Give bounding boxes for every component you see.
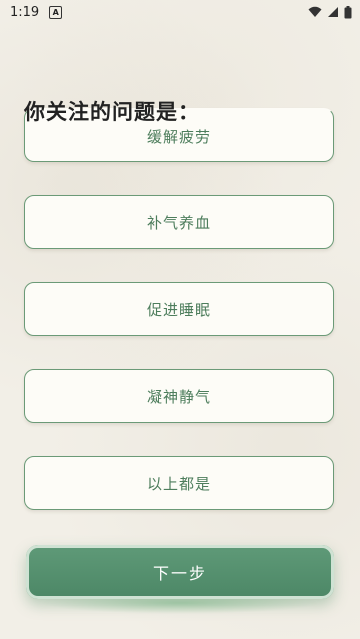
signal-icon bbox=[328, 7, 338, 17]
next-button-label: 下一步 bbox=[152, 564, 207, 583]
battery-icon bbox=[344, 5, 352, 18]
option-label: 促进睡眠 bbox=[146, 300, 211, 319]
option-label: 补气养血 bbox=[146, 213, 211, 232]
status-bar: 1:19 A bbox=[0, 0, 360, 24]
option-label: 以上都是 bbox=[146, 474, 211, 493]
option-label: 缓解疲劳 bbox=[146, 128, 211, 146]
option-improve-sleep[interactable]: 促进睡眠 bbox=[24, 282, 334, 336]
option-replenish-qi-blood[interactable]: 补气养血 bbox=[24, 195, 334, 249]
option-label: 凝神静气 bbox=[146, 387, 211, 406]
question-title: 你关注的问题是： bbox=[24, 99, 200, 124]
notification-a-icon: A bbox=[49, 5, 63, 19]
option-calm-mind[interactable]: 凝神静气 bbox=[24, 369, 334, 423]
option-all-above[interactable]: 以上都是 bbox=[24, 456, 334, 510]
next-step-button[interactable]: 下一步 bbox=[26, 545, 334, 599]
status-time: 1:19 bbox=[10, 4, 40, 20]
wifi-icon bbox=[308, 6, 322, 17]
